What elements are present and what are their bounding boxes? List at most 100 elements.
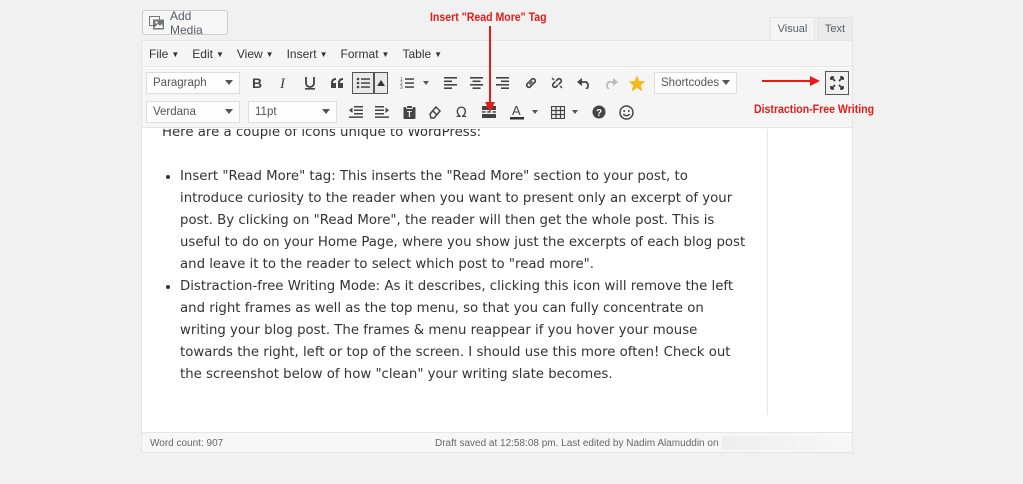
star-icon	[628, 75, 646, 91]
add-media-button[interactable]: Add Media	[142, 8, 228, 37]
intro-paragraph: Here are a couple of icons unique to Wor…	[162, 129, 482, 140]
redo-icon	[606, 78, 618, 89]
numbered-list-button[interactable]: 123	[396, 72, 418, 94]
svg-text:A: A	[512, 104, 521, 118]
bullet-list-icon	[356, 77, 370, 89]
underline-icon	[305, 77, 315, 90]
bullet-list-button[interactable]	[352, 72, 374, 94]
status-bar: Word count: 907 Draft saved at 12:58:08 …	[142, 432, 852, 452]
toolbar-row-1: Paragraph B I 123 Shortcodes	[142, 68, 852, 96]
remove-link-button[interactable]	[546, 72, 568, 94]
read-more-icon	[482, 106, 496, 118]
paste-as-text-button[interactable]: T	[398, 101, 420, 123]
svg-text:B: B	[252, 76, 262, 90]
outdent-button[interactable]	[345, 101, 367, 123]
blockquote-button[interactable]	[326, 72, 348, 94]
text-color-dropdown[interactable]	[530, 101, 540, 123]
chevron-down-icon	[225, 109, 233, 114]
draft-saved-status: Draft saved at 12:58:08 pm. Last edited …	[435, 438, 719, 449]
numbered-list-dropdown[interactable]	[421, 72, 431, 94]
menu-format[interactable]: Format ▼	[341, 47, 390, 61]
caret-up-icon	[377, 80, 385, 86]
svg-text:3: 3	[400, 85, 403, 89]
italic-icon: I	[279, 76, 286, 90]
text-color-icon: A	[510, 104, 524, 120]
menu-view[interactable]: View ▼	[237, 47, 274, 61]
special-character-button[interactable]: Ω	[451, 101, 473, 123]
favorite-star-button[interactable]	[626, 72, 648, 94]
menu-table[interactable]: Table ▼	[402, 47, 442, 61]
shortcodes-value: Shortcodes	[661, 77, 720, 89]
help-button[interactable]: ?	[588, 101, 610, 123]
text-color-button[interactable]: A	[506, 101, 528, 123]
caret-down-icon: ▼	[434, 49, 443, 59]
add-media-label: Add Media	[170, 8, 203, 37]
paragraph-format-value: Paragraph	[153, 77, 207, 89]
fullscreen-icon	[830, 76, 844, 90]
insert-link-button[interactable]	[520, 72, 542, 94]
table-icon	[551, 105, 565, 119]
font-family-select[interactable]: Verdana	[146, 101, 240, 123]
editor-menubar: File ▼ Edit ▼ View ▼ Insert ▼ Format ▼ Table ▼	[142, 41, 852, 67]
editor-panel: File ▼ Edit ▼ View ▼ Insert ▼ Format ▼ Table ▼…	[141, 40, 853, 453]
help-icon: ?	[592, 105, 606, 119]
font-size-select[interactable]: 11pt	[248, 101, 337, 123]
align-right-button[interactable]	[491, 72, 513, 94]
unlink-icon	[551, 77, 563, 89]
toolbar-row-2: Verdana 11pt T Ω A ?	[142, 96, 852, 128]
svg-text:I: I	[279, 76, 286, 90]
list-item-distraction-free: Distraction-free Writing Mode: As it des…	[180, 276, 750, 386]
emoticons-button[interactable]	[615, 101, 637, 123]
caret-down-icon: ▼	[215, 49, 224, 59]
omega-icon: Ω	[456, 105, 467, 119]
link-icon	[525, 77, 537, 89]
paragraph-format-select[interactable]: Paragraph	[146, 72, 240, 94]
undo-icon	[577, 78, 589, 89]
indent-icon	[375, 106, 389, 118]
svg-text:T: T	[407, 110, 412, 119]
distraction-free-button[interactable]	[825, 71, 849, 95]
tab-visual[interactable]: Visual	[770, 17, 815, 41]
table-dropdown[interactable]	[570, 101, 580, 123]
chevron-down-icon	[722, 80, 730, 85]
list-item-read-more: Insert "Read More" tag: This inserts the…	[180, 166, 750, 276]
clear-formatting-button[interactable]	[424, 101, 446, 123]
font-size-value: 11pt	[255, 106, 277, 118]
chevron-down-icon	[322, 109, 330, 114]
indent-button[interactable]	[371, 101, 393, 123]
content-bullet-list: Insert "Read More" tag: This inserts the…	[180, 166, 750, 386]
outdent-icon	[349, 106, 363, 118]
bold-button[interactable]: B	[246, 72, 268, 94]
quote-icon	[331, 78, 343, 88]
caret-down-icon: ▼	[171, 49, 180, 59]
table-button[interactable]	[547, 101, 569, 123]
caret-down-icon: ▼	[381, 49, 390, 59]
smiley-icon	[618, 104, 634, 120]
tab-text[interactable]: Text	[817, 17, 853, 41]
word-count: Word count: 907	[150, 438, 224, 449]
annotation-read-more: Insert "Read More" Tag	[430, 10, 547, 24]
editor-content[interactable]: Here are a couple of icons unique to Wor…	[142, 129, 767, 431]
eraser-icon	[429, 105, 442, 119]
numbered-list-icon: 123	[400, 77, 414, 89]
italic-button[interactable]: I	[273, 72, 295, 94]
undo-button[interactable]	[573, 72, 595, 94]
add-media-icon	[149, 15, 165, 30]
bullet-list-options-button[interactable]	[374, 72, 388, 94]
bold-icon: B	[252, 76, 262, 90]
menu-edit[interactable]: Edit ▼	[192, 47, 224, 61]
redo-button[interactable]	[600, 72, 622, 94]
align-right-icon	[495, 77, 509, 89]
menu-file[interactable]: File ▼	[149, 47, 179, 61]
underline-button[interactable]	[299, 72, 321, 94]
read-more-tag-button[interactable]	[478, 101, 500, 123]
align-center-button[interactable]	[465, 72, 487, 94]
svg-text:Ω: Ω	[456, 105, 467, 119]
align-left-button[interactable]	[439, 72, 461, 94]
menu-insert[interactable]: Insert ▼	[287, 47, 328, 61]
font-family-value: Verdana	[153, 106, 196, 118]
caret-down-icon: ▼	[265, 49, 274, 59]
content-divider	[767, 129, 768, 415]
align-left-icon	[443, 77, 457, 89]
shortcodes-select[interactable]: Shortcodes	[654, 72, 737, 94]
